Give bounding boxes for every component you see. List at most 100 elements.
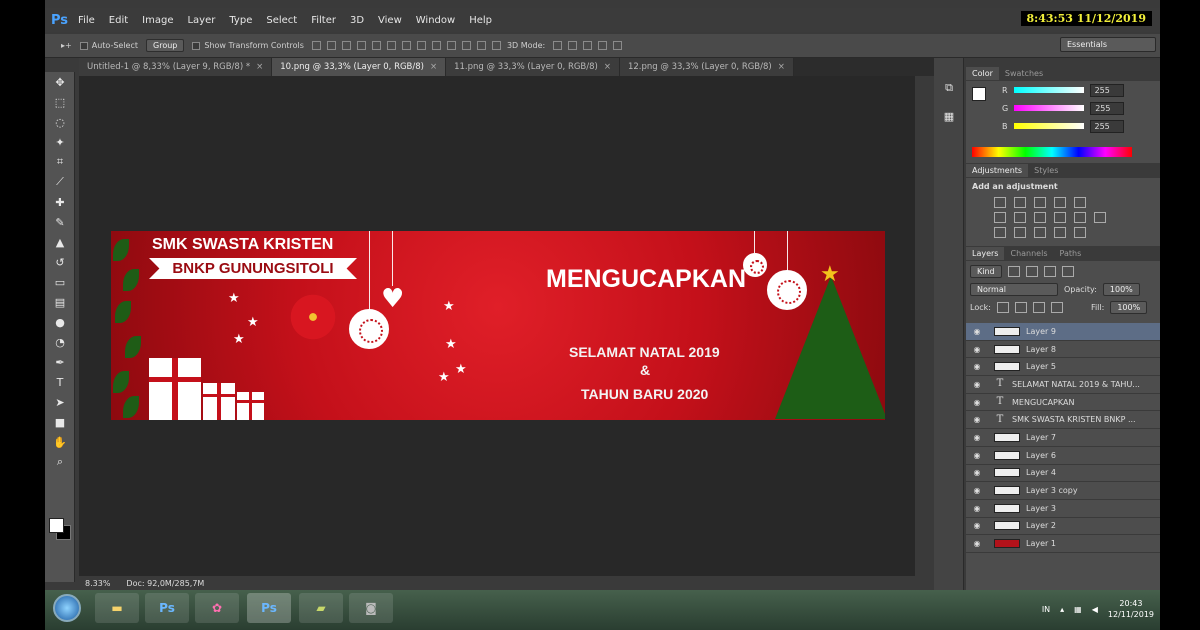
distribute-left-icon[interactable] (446, 41, 456, 50)
lock-pixels-icon[interactable] (996, 302, 1009, 313)
christmas-banner-artwork[interactable]: SMK SWASTA KRISTEN BNKP GUNUNGSITOLI ♥ ★… (111, 231, 885, 420)
layer-row[interactable]: ◉ Layer 8 (966, 341, 1160, 359)
color-balance-icon[interactable] (1014, 212, 1026, 223)
layer-name[interactable]: Layer 2 (1026, 521, 1056, 530)
threshold-icon[interactable] (1034, 227, 1046, 238)
close-icon[interactable]: × (256, 62, 263, 72)
distribute-middle-icon[interactable] (416, 41, 426, 50)
brightness-icon[interactable] (994, 197, 1006, 208)
layer-row[interactable]: ◉ Layer 1 (966, 535, 1160, 553)
visibility-eye-icon[interactable]: ◉ (970, 415, 984, 424)
volume-icon[interactable]: ◀ (1092, 605, 1098, 614)
zoom-level[interactable]: 8.33% (85, 579, 110, 588)
layer-row[interactable]: ◉ T MENGUCAPKAN (966, 394, 1160, 412)
green-slider[interactable] (1014, 105, 1085, 111)
menu-3d[interactable]: 3D (350, 15, 364, 26)
explorer-taskbar-icon[interactable]: ▬ (95, 593, 139, 623)
move-tool-icon[interactable]: ✥ (45, 72, 75, 92)
gradient-tool-icon[interactable]: ▤ (45, 292, 75, 312)
workspace-dropdown[interactable]: Essentials (1060, 37, 1156, 52)
layer-name[interactable]: Layer 7 (1026, 433, 1056, 442)
auto-select-checkbox[interactable] (79, 41, 88, 50)
fg-color-chip[interactable] (972, 87, 986, 101)
layer-row[interactable]: ◉ Layer 5 (966, 358, 1160, 377)
visibility-eye-icon[interactable]: ◉ (970, 504, 984, 513)
posterize-icon[interactable] (1014, 227, 1026, 238)
path-select-tool-icon[interactable]: ➤ (45, 392, 75, 412)
layer-name[interactable]: SMK SWASTA KRISTEN BNKP ... (1012, 415, 1136, 424)
curves-icon[interactable] (1034, 197, 1046, 208)
history-panel-icon[interactable]: ⧉ (934, 78, 964, 98)
doc-size[interactable]: Doc: 92,0M/285,7M (126, 579, 204, 588)
tab-styles[interactable]: Styles (1028, 164, 1064, 177)
align-center-icon[interactable] (371, 41, 381, 50)
distribute-center-icon[interactable] (461, 41, 471, 50)
lock-move-icon[interactable] (1032, 302, 1045, 313)
close-icon[interactable]: × (604, 62, 611, 72)
align-right-icon[interactable] (386, 41, 396, 50)
tab-channels[interactable]: Channels (1004, 247, 1053, 260)
layer-row[interactable]: ◉ Layer 6 (966, 447, 1160, 465)
layer-name[interactable]: SELAMAT NATAL 2019 & TAHU... (1012, 380, 1140, 389)
opacity-field[interactable]: 100% (1102, 283, 1140, 296)
3d-slide-icon[interactable] (598, 41, 608, 50)
menu-layer[interactable]: Layer (187, 15, 215, 26)
menu-image[interactable]: Image (142, 15, 173, 26)
vibrance-icon[interactable] (1074, 197, 1086, 208)
tab-10-png[interactable]: 10.png @ 33,3% (Layer 0, RGB/8) × (272, 58, 447, 76)
pen-tool-icon[interactable]: ✒ (45, 352, 75, 372)
visibility-eye-icon[interactable]: ◉ (970, 521, 984, 530)
eraser-tool-icon[interactable]: ▭ (45, 272, 75, 292)
distribute-bottom-icon[interactable] (431, 41, 441, 50)
transform-checkbox[interactable] (192, 41, 201, 50)
close-icon[interactable]: × (430, 62, 437, 72)
filter-image-icon[interactable] (1007, 266, 1020, 277)
layer-name[interactable]: Layer 9 (1026, 327, 1056, 336)
photoshop-active-taskbar-button[interactable]: Ps (247, 593, 291, 623)
layer-name[interactable]: MENGUCAPKAN (1012, 398, 1074, 407)
blur-tool-icon[interactable]: ● (45, 312, 75, 332)
start-button[interactable] (53, 594, 81, 622)
distribute-top-icon[interactable] (401, 41, 411, 50)
move-tool-icon[interactable]: ▸+ (61, 41, 72, 50)
layer-name[interactable]: Layer 5 (1026, 362, 1056, 371)
layer-row[interactable]: ◉ T SMK SWASTA KRISTEN BNKP ... (966, 411, 1160, 430)
hand-tool-icon[interactable]: ✋ (45, 432, 75, 452)
app-taskbar-icon[interactable]: ✿ (195, 593, 239, 623)
menu-file[interactable]: File (78, 15, 95, 26)
menu-help[interactable]: Help (469, 15, 492, 26)
red-value[interactable]: 255 (1089, 83, 1124, 97)
filter-shape-icon[interactable] (1061, 266, 1074, 277)
menu-filter[interactable]: Filter (311, 15, 336, 26)
layer-row[interactable]: ◉ T SELAMAT NATAL 2019 & TAHU... (966, 376, 1160, 394)
invert-icon[interactable] (994, 227, 1006, 238)
properties-panel-icon[interactable]: ▦ (934, 106, 964, 126)
tray-arrow-icon[interactable]: ▴ (1060, 605, 1064, 614)
marquee-tool-icon[interactable]: ⬚ (45, 92, 75, 112)
transform-controls-option[interactable]: Show Transform Controls (192, 41, 304, 50)
crop-tool-icon[interactable]: ⌗ (45, 152, 75, 172)
layer-name[interactable]: Layer 1 (1026, 539, 1056, 548)
exposure-icon[interactable] (1054, 197, 1066, 208)
shape-tool-icon[interactable]: ■ (45, 412, 75, 432)
levels-icon[interactable] (1014, 197, 1026, 208)
type-tool-icon[interactable]: T (45, 372, 75, 392)
healing-tool-icon[interactable]: ✚ (45, 192, 75, 212)
layer-name[interactable]: Layer 3 (1026, 504, 1056, 513)
tab-12-png[interactable]: 12.png @ 33,3% (Layer 0, RGB/8) × (619, 58, 794, 76)
color-lookup-icon[interactable] (1094, 212, 1106, 223)
3d-roll-icon[interactable] (568, 41, 578, 50)
align-top-icon[interactable] (311, 41, 321, 50)
tab-swatches[interactable]: Swatches (999, 67, 1049, 80)
visibility-eye-icon[interactable]: ◉ (970, 539, 984, 548)
document-canvas-area[interactable]: SMK SWASTA KRISTEN BNKP GUNUNGSITOLI ♥ ★… (79, 76, 915, 576)
blue-value[interactable]: 255 (1089, 119, 1124, 133)
layer-name[interactable]: Layer 4 (1026, 468, 1056, 477)
hue-saturation-icon[interactable] (994, 212, 1006, 223)
fill-field[interactable]: 100% (1110, 301, 1148, 314)
blue-slider[interactable] (1013, 123, 1084, 129)
3d-rotate-icon[interactable] (553, 41, 563, 50)
visibility-eye-icon[interactable]: ◉ (970, 451, 984, 460)
visibility-eye-icon[interactable]: ◉ (970, 380, 984, 389)
menu-select[interactable]: Select (266, 15, 297, 26)
